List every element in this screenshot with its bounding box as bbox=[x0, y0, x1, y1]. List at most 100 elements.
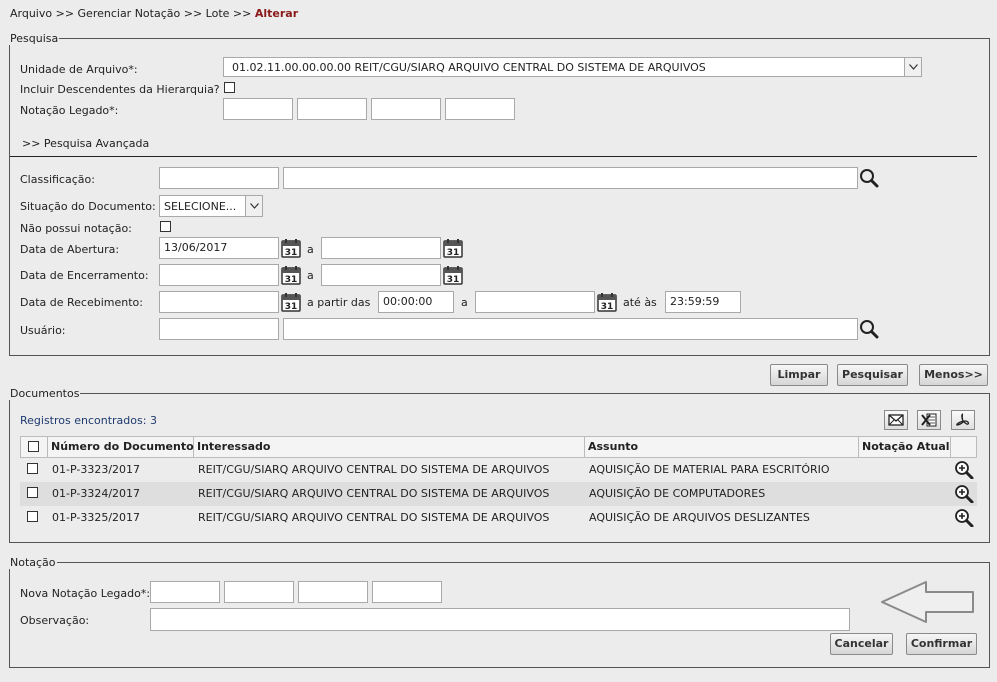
unidade-select-value: 01.02.11.00.00.00.00 REIT/CGU/SIARQ ARQU… bbox=[232, 61, 706, 74]
select-all-checkbox[interactable] bbox=[28, 441, 39, 452]
recebimento-fim-input[interactable] bbox=[475, 291, 595, 313]
confirmar-button[interactable]: Confirmar bbox=[906, 633, 977, 655]
incluir-checkbox[interactable] bbox=[224, 82, 235, 93]
notacao-legado-field-2[interactable] bbox=[297, 98, 367, 120]
notacao-legado-field-1[interactable] bbox=[223, 98, 293, 120]
calendar-icon[interactable]: 31 bbox=[281, 238, 301, 258]
row-checkbox[interactable] bbox=[27, 511, 38, 522]
row-numero: 01-P-3323/2017 bbox=[52, 463, 141, 476]
table-header: Número do Documento Interessado Assunto … bbox=[20, 436, 977, 458]
zoom-in-icon[interactable] bbox=[954, 509, 974, 527]
classificacao-code-input[interactable] bbox=[159, 167, 279, 189]
col-notacao-atual[interactable]: Notação Atual bbox=[859, 437, 951, 457]
breadcrumb: Arquivo >> Gerenciar Notação >> Lote >> … bbox=[10, 7, 298, 20]
row-assunto: AQUISIÇÃO DE COMPUTADORES bbox=[589, 487, 766, 500]
registros-count: Registros encontrados: 3 bbox=[20, 414, 157, 427]
recebimento-inicio-input[interactable] bbox=[159, 291, 279, 313]
search-icon[interactable] bbox=[859, 168, 879, 188]
chevron-down-icon[interactable] bbox=[904, 58, 921, 76]
situacao-label: Situação do Documento: bbox=[20, 200, 156, 213]
table-row: 01-P-3325/2017 REIT/CGU/SIARQ ARQUIVO CE… bbox=[20, 506, 977, 530]
situacao-select[interactable]: SELECIONE... bbox=[159, 195, 263, 217]
row-interessado: REIT/CGU/SIARQ ARQUIVO CENTRAL DO SISTEM… bbox=[198, 487, 550, 500]
abertura-a-label: a bbox=[307, 243, 314, 256]
col-assunto[interactable]: Assunto bbox=[585, 437, 859, 457]
usuario-label: Usuário: bbox=[20, 324, 66, 337]
col-actions bbox=[951, 437, 976, 457]
row-checkbox[interactable] bbox=[27, 463, 38, 474]
excel-export-button[interactable] bbox=[917, 410, 941, 430]
row-interessado: REIT/CGU/SIARQ ARQUIVO CENTRAL DO SISTEM… bbox=[198, 463, 550, 476]
col-numero[interactable]: Número do Documento bbox=[48, 437, 194, 457]
row-assunto: AQUISIÇÃO DE MATERIAL PARA ESCRITÓRIO bbox=[589, 463, 830, 476]
nova-notacao-field-3[interactable] bbox=[298, 581, 368, 603]
recebimento-a-label: a bbox=[461, 296, 468, 309]
classificacao-label: Classificação: bbox=[20, 173, 95, 186]
row-numero: 01-P-3325/2017 bbox=[52, 511, 141, 524]
unidade-label: Unidade de Arquivo*: bbox=[20, 63, 138, 76]
encerramento-fim-input[interactable] bbox=[321, 264, 441, 286]
pesquisar-button[interactable]: Pesquisar bbox=[837, 364, 908, 386]
zoom-in-icon[interactable] bbox=[954, 461, 974, 479]
usuario-nome-input[interactable] bbox=[283, 318, 858, 340]
calendar-icon[interactable]: 31 bbox=[443, 265, 463, 285]
col-interessado[interactable]: Interessado bbox=[194, 437, 585, 457]
svg-text:31: 31 bbox=[447, 248, 460, 258]
table-row: 01-P-3323/2017 REIT/CGU/SIARQ ARQUIVO CE… bbox=[20, 458, 977, 482]
menos-button[interactable]: Menos>> bbox=[919, 364, 988, 386]
arrow-left-icon bbox=[881, 581, 974, 623]
chevron-down-icon[interactable] bbox=[245, 196, 262, 216]
nova-notacao-field-2[interactable] bbox=[224, 581, 294, 603]
nao-possui-checkbox[interactable] bbox=[160, 221, 171, 232]
breadcrumb-current: Alterar bbox=[254, 7, 299, 20]
situacao-select-value: SELECIONE... bbox=[164, 200, 237, 213]
calendar-icon[interactable]: 31 bbox=[281, 292, 301, 312]
row-checkbox[interactable] bbox=[27, 487, 38, 498]
notacao-legado-label: Notação Legado*: bbox=[20, 104, 119, 117]
search-icon[interactable] bbox=[859, 319, 879, 339]
notacao-legado-field-4[interactable] bbox=[445, 98, 515, 120]
encerramento-inicio-input[interactable] bbox=[159, 264, 279, 286]
zoom-in-icon[interactable] bbox=[954, 485, 974, 503]
nova-notacao-field-1[interactable] bbox=[150, 581, 220, 603]
ate-label: até às bbox=[623, 296, 657, 309]
excel-icon bbox=[921, 413, 937, 427]
limpar-button[interactable]: Limpar bbox=[770, 364, 828, 386]
notacao-legend: Notação bbox=[10, 556, 56, 569]
unidade-select[interactable]: 01.02.11.00.00.00.00 REIT/CGU/SIARQ ARQU… bbox=[223, 57, 922, 77]
hora-inicio-input[interactable]: 00:00:00 bbox=[378, 291, 454, 313]
nova-notacao-field-4[interactable] bbox=[372, 581, 442, 603]
recebimento-label: Data de Recebimento: bbox=[20, 296, 143, 309]
pdf-export-button[interactable] bbox=[951, 410, 975, 430]
pesquisa-avancada-link[interactable]: >> Pesquisa Avançada bbox=[22, 137, 149, 150]
observacao-input[interactable] bbox=[150, 608, 850, 631]
hora-fim-input[interactable]: 23:59:59 bbox=[665, 291, 741, 313]
svg-text:31: 31 bbox=[601, 302, 614, 312]
observacao-label: Observação: bbox=[20, 614, 90, 627]
notacao-legado-field-3[interactable] bbox=[371, 98, 441, 120]
cancelar-button[interactable]: Cancelar bbox=[830, 633, 893, 655]
row-interessado: REIT/CGU/SIARQ ARQUIVO CENTRAL DO SISTEM… bbox=[198, 511, 550, 524]
a-partir-label: a partir das bbox=[307, 296, 371, 309]
abertura-label: Data de Abertura: bbox=[20, 243, 120, 256]
email-icon bbox=[888, 414, 904, 426]
calendar-icon[interactable]: 31 bbox=[443, 238, 463, 258]
table-row: 01-P-3324/2017 REIT/CGU/SIARQ ARQUIVO CE… bbox=[20, 482, 977, 506]
breadcrumb-trail[interactable]: Arquivo >> Gerenciar Notação >> Lote >> bbox=[10, 7, 255, 20]
pdf-icon bbox=[956, 413, 970, 426]
email-export-button[interactable] bbox=[884, 410, 908, 430]
calendar-icon[interactable]: 31 bbox=[597, 292, 617, 312]
nova-notacao-label: Nova Notação Legado*: bbox=[20, 587, 151, 600]
header-select-all-cell bbox=[21, 437, 48, 457]
documentos-legend: Documentos bbox=[10, 387, 80, 400]
nao-possui-label: Não possui notação: bbox=[20, 222, 132, 235]
classificacao-desc-input[interactable] bbox=[283, 167, 858, 189]
svg-text:31: 31 bbox=[285, 302, 298, 312]
abertura-inicio-input[interactable]: 13/06/2017 bbox=[159, 237, 279, 259]
usuario-login-input[interactable] bbox=[159, 318, 279, 340]
abertura-fim-input[interactable] bbox=[321, 237, 441, 259]
divider bbox=[10, 156, 977, 157]
calendar-icon[interactable]: 31 bbox=[281, 265, 301, 285]
incluir-label: Incluir Descendentes da Hierarquia? bbox=[20, 83, 220, 96]
svg-text:31: 31 bbox=[285, 275, 298, 285]
